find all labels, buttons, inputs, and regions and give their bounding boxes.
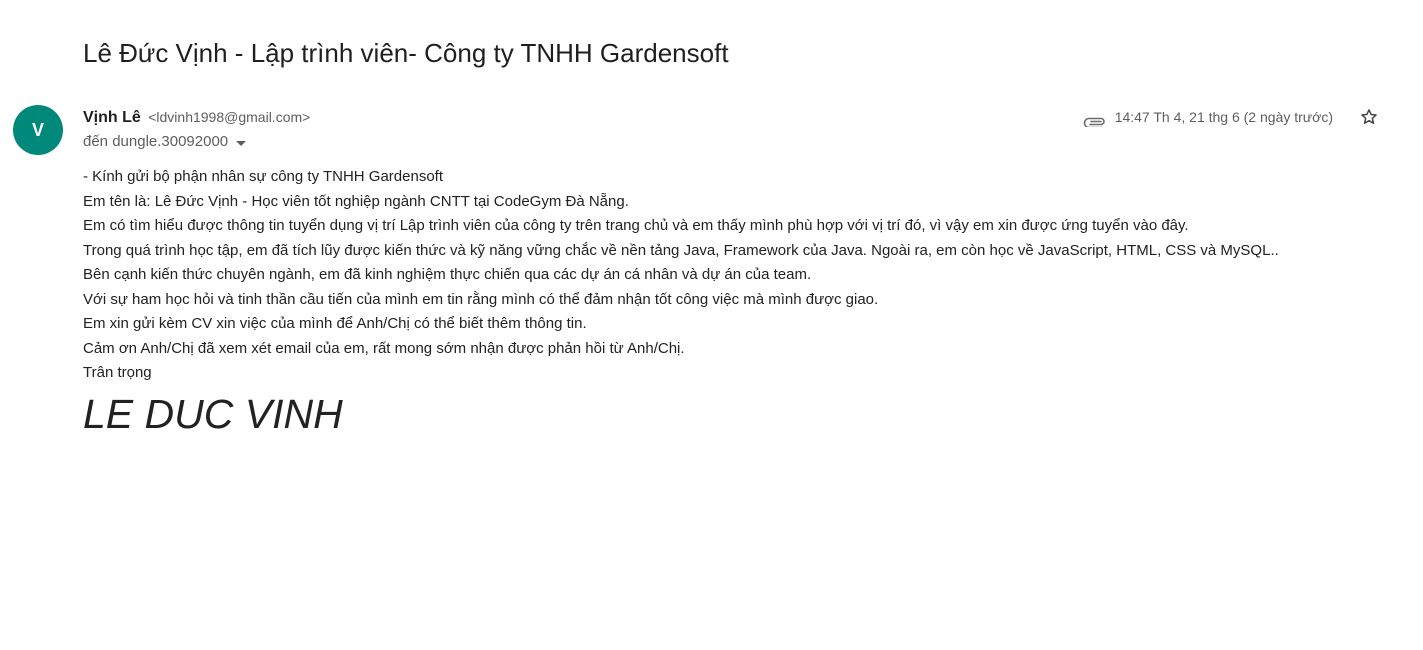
caret-down-icon[interactable]: [236, 140, 247, 146]
body-line: Em tên là: Lê Đức Vịnh - Học viên tốt ng…: [83, 192, 629, 210]
body-line: Em xin gửi kèm CV xin việc của mình để A…: [83, 315, 587, 332]
body-line: Cảm ơn Anh/Chị đã xem xét email của em, …: [83, 339, 685, 357]
sender-line: Vịnh Lê <ldvinh1998@gmail.com>: [83, 106, 310, 129]
body-line: - Kính gửi bộ phận nhân sự công ty TNHH …: [83, 168, 443, 185]
body-line: Trong quá trình học tập, em đã tích lũy …: [83, 241, 1279, 259]
sender-avatar[interactable]: V: [13, 105, 63, 155]
avatar-letter: V: [31, 119, 44, 140]
paperclip-icon: [1083, 111, 1107, 129]
email-timestamp[interactable]: 14:47 Th 4, 21 thg 6 (2 ngày trước): [1115, 106, 1333, 128]
star-icon[interactable]: [1358, 106, 1380, 128]
body-line: Với sự ham học hỏi và tinh thần cầu tiến…: [83, 290, 879, 308]
body-line: Em có tìm hiểu được thông tin tuyển dụng…: [83, 217, 1189, 234]
body-line: Trân trọng: [83, 364, 152, 381]
email-body: - Kính gửi bộ phận nhân sự công ty TNHH …: [83, 165, 1279, 386]
email-view: Lê Đức Vịnh - Lập trình viên- Công ty TN…: [0, 0, 1423, 650]
recipient-text: đến dungle.30092000: [83, 133, 229, 150]
body-line: Bên cạnh kiến thức chuyên ngành, em đã k…: [83, 266, 812, 283]
recipient-line: đến dungle.30092000: [83, 131, 247, 153]
email-meta: 14:47 Th 4, 21 thg 6 (2 ngày trước): [1083, 106, 1333, 129]
sender-name[interactable]: Vịnh Lê: [83, 109, 141, 126]
email-signature: LE DUC VINH: [83, 391, 343, 437]
email-subject: Lê Đức Vịnh - Lập trình viên- Công ty TN…: [83, 38, 729, 68]
sender-email: <ldvinh1998@gmail.com>: [148, 109, 311, 125]
